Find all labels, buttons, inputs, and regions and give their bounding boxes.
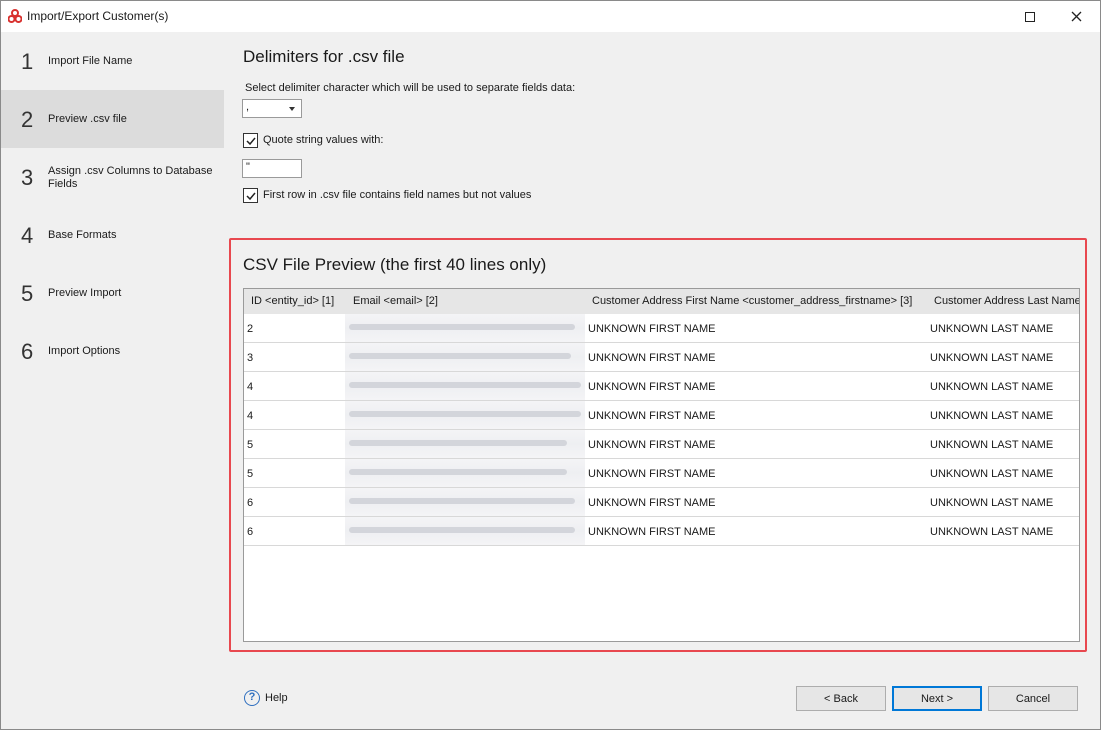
redacted-email-cell [345, 488, 585, 516]
redacted-email-cell [345, 343, 585, 371]
redacted-email-cell [345, 401, 585, 429]
cell-id: 4 [247, 381, 254, 393]
checkmark-icon [246, 137, 256, 146]
redacted-email-cell [345, 430, 585, 458]
next-button[interactable]: Next > [892, 686, 982, 711]
step-number: 5 [21, 281, 34, 306]
preview-heading: CSV File Preview (the first 40 lines onl… [243, 255, 547, 274]
table-row[interactable]: 2 UNKNOWN FIRST NAME UNKNOWN LAST NAME [244, 314, 1079, 343]
step-label: Import Options [48, 345, 121, 357]
quote-char-value: " [246, 161, 250, 173]
cell-first-name: UNKNOWN FIRST NAME [588, 323, 716, 335]
cell-first-name: UNKNOWN FIRST NAME [588, 468, 716, 480]
import-export-dialog: Import/Export Customer(s) 1 Import File … [0, 0, 1101, 730]
checkmark-icon [246, 192, 256, 201]
quote-char-input[interactable]: " [242, 159, 302, 178]
step-number: 1 [21, 49, 34, 74]
cell-last-name: UNKNOWN LAST NAME [930, 352, 1054, 364]
step-preview-csv-file[interactable]: 2 Preview .csv file [1, 90, 224, 148]
wizard-content: Delimiters for .csv file Select delimite… [224, 32, 1100, 729]
quote-strings-checkbox[interactable] [243, 133, 258, 148]
first-row-names-label: First row in .csv file contains field na… [263, 189, 532, 201]
cell-last-name: UNKNOWN LAST NAME [930, 410, 1054, 422]
table-row[interactable]: 4 UNKNOWN FIRST NAME UNKNOWN LAST NAME [244, 372, 1079, 401]
delimiters-heading: Delimiters for .csv file [243, 47, 405, 66]
cell-id: 5 [247, 439, 254, 451]
step-assign-columns[interactable]: 3 Assign .csv Columns to Database Fields [1, 148, 224, 206]
maximize-icon [1025, 11, 1035, 22]
redacted-email-cell [345, 372, 585, 400]
cell-id: 6 [247, 497, 254, 509]
column-header-email[interactable]: Email <email> [2] [353, 295, 438, 307]
step-label: Preview .csv file [48, 113, 127, 125]
cell-last-name: UNKNOWN LAST NAME [930, 323, 1054, 335]
chevron-down-icon [289, 107, 295, 111]
step-label: Import File Name [48, 55, 133, 67]
cell-last-name: UNKNOWN LAST NAME [930, 381, 1054, 393]
cell-first-name: UNKNOWN FIRST NAME [588, 352, 716, 364]
wizard-steps-sidebar: 1 Import File Name 2 Preview .csv file 3… [1, 32, 224, 729]
window-title: Import/Export Customer(s) [27, 9, 169, 23]
step-label: Assign .csv Columns to Database Fields [48, 165, 213, 190]
quote-strings-label: Quote string values with: [263, 134, 384, 146]
step-number: 3 [21, 165, 34, 190]
close-button[interactable] [1053, 1, 1099, 32]
cell-last-name: UNKNOWN LAST NAME [930, 526, 1054, 538]
delimiter-select[interactable]: , [242, 99, 302, 118]
column-header-last-name[interactable]: Customer Address Last Name [934, 295, 1079, 307]
cell-first-name: UNKNOWN FIRST NAME [588, 526, 716, 538]
cell-id: 3 [247, 352, 254, 364]
table-row[interactable]: 3 UNKNOWN FIRST NAME UNKNOWN LAST NAME [244, 343, 1079, 372]
redacted-email-cell [345, 314, 585, 342]
column-header-id[interactable]: ID <entity_id> [1] [251, 295, 334, 307]
maximize-button[interactable] [1007, 1, 1053, 32]
cell-first-name: UNKNOWN FIRST NAME [588, 439, 716, 451]
step-number: 2 [21, 107, 34, 132]
step-label: Base Formats [48, 229, 117, 241]
table-row[interactable]: 6 UNKNOWN FIRST NAME UNKNOWN LAST NAME [244, 517, 1079, 546]
help-label: Help [265, 692, 288, 704]
delimiter-value: , [246, 101, 250, 113]
redacted-email-cell [345, 459, 585, 487]
cell-first-name: UNKNOWN FIRST NAME [588, 410, 716, 422]
delimiter-caption: Select delimiter character which will be… [245, 82, 576, 94]
back-button[interactable]: < Back [796, 686, 886, 711]
cell-first-name: UNKNOWN FIRST NAME [588, 381, 716, 393]
table-row[interactable]: 4 UNKNOWN FIRST NAME UNKNOWN LAST NAME [244, 401, 1079, 430]
step-label: Preview Import [48, 287, 122, 299]
table-row[interactable]: 5 UNKNOWN FIRST NAME UNKNOWN LAST NAME [244, 459, 1079, 488]
table-row[interactable]: 5 UNKNOWN FIRST NAME UNKNOWN LAST NAME [244, 430, 1079, 459]
table-row[interactable]: 6 UNKNOWN FIRST NAME UNKNOWN LAST NAME [244, 488, 1079, 517]
first-row-names-checkbox[interactable] [243, 188, 258, 203]
title-bar: Import/Export Customer(s) [1, 1, 1100, 32]
redacted-email-cell [345, 517, 585, 545]
step-number: 6 [21, 339, 34, 364]
cell-id: 6 [247, 526, 254, 538]
cell-id: 5 [247, 468, 254, 480]
step-number: 4 [21, 223, 34, 248]
close-icon [1071, 11, 1081, 22]
grid-header: ID <entity_id> [1] Email <email> [2] Cus… [244, 289, 1079, 314]
cell-id: 4 [247, 410, 254, 422]
step-import-file-name[interactable]: 1 Import File Name [1, 32, 224, 90]
step-preview-import[interactable]: 5 Preview Import [1, 264, 224, 322]
cell-first-name: UNKNOWN FIRST NAME [588, 497, 716, 509]
cancel-button[interactable]: Cancel [988, 686, 1078, 711]
cell-last-name: UNKNOWN LAST NAME [930, 439, 1054, 451]
cell-id: 2 [247, 323, 254, 335]
app-logo-icon [8, 9, 22, 23]
cell-last-name: UNKNOWN LAST NAME [930, 497, 1054, 509]
csv-preview-grid[interactable]: ID <entity_id> [1] Email <email> [2] Cus… [243, 288, 1080, 642]
column-header-first-name[interactable]: Customer Address First Name <customer_ad… [592, 295, 912, 307]
step-import-options[interactable]: 6 Import Options [1, 322, 224, 380]
help-icon: ? [244, 690, 260, 706]
cell-last-name: UNKNOWN LAST NAME [930, 468, 1054, 480]
step-base-formats[interactable]: 4 Base Formats [1, 206, 224, 264]
